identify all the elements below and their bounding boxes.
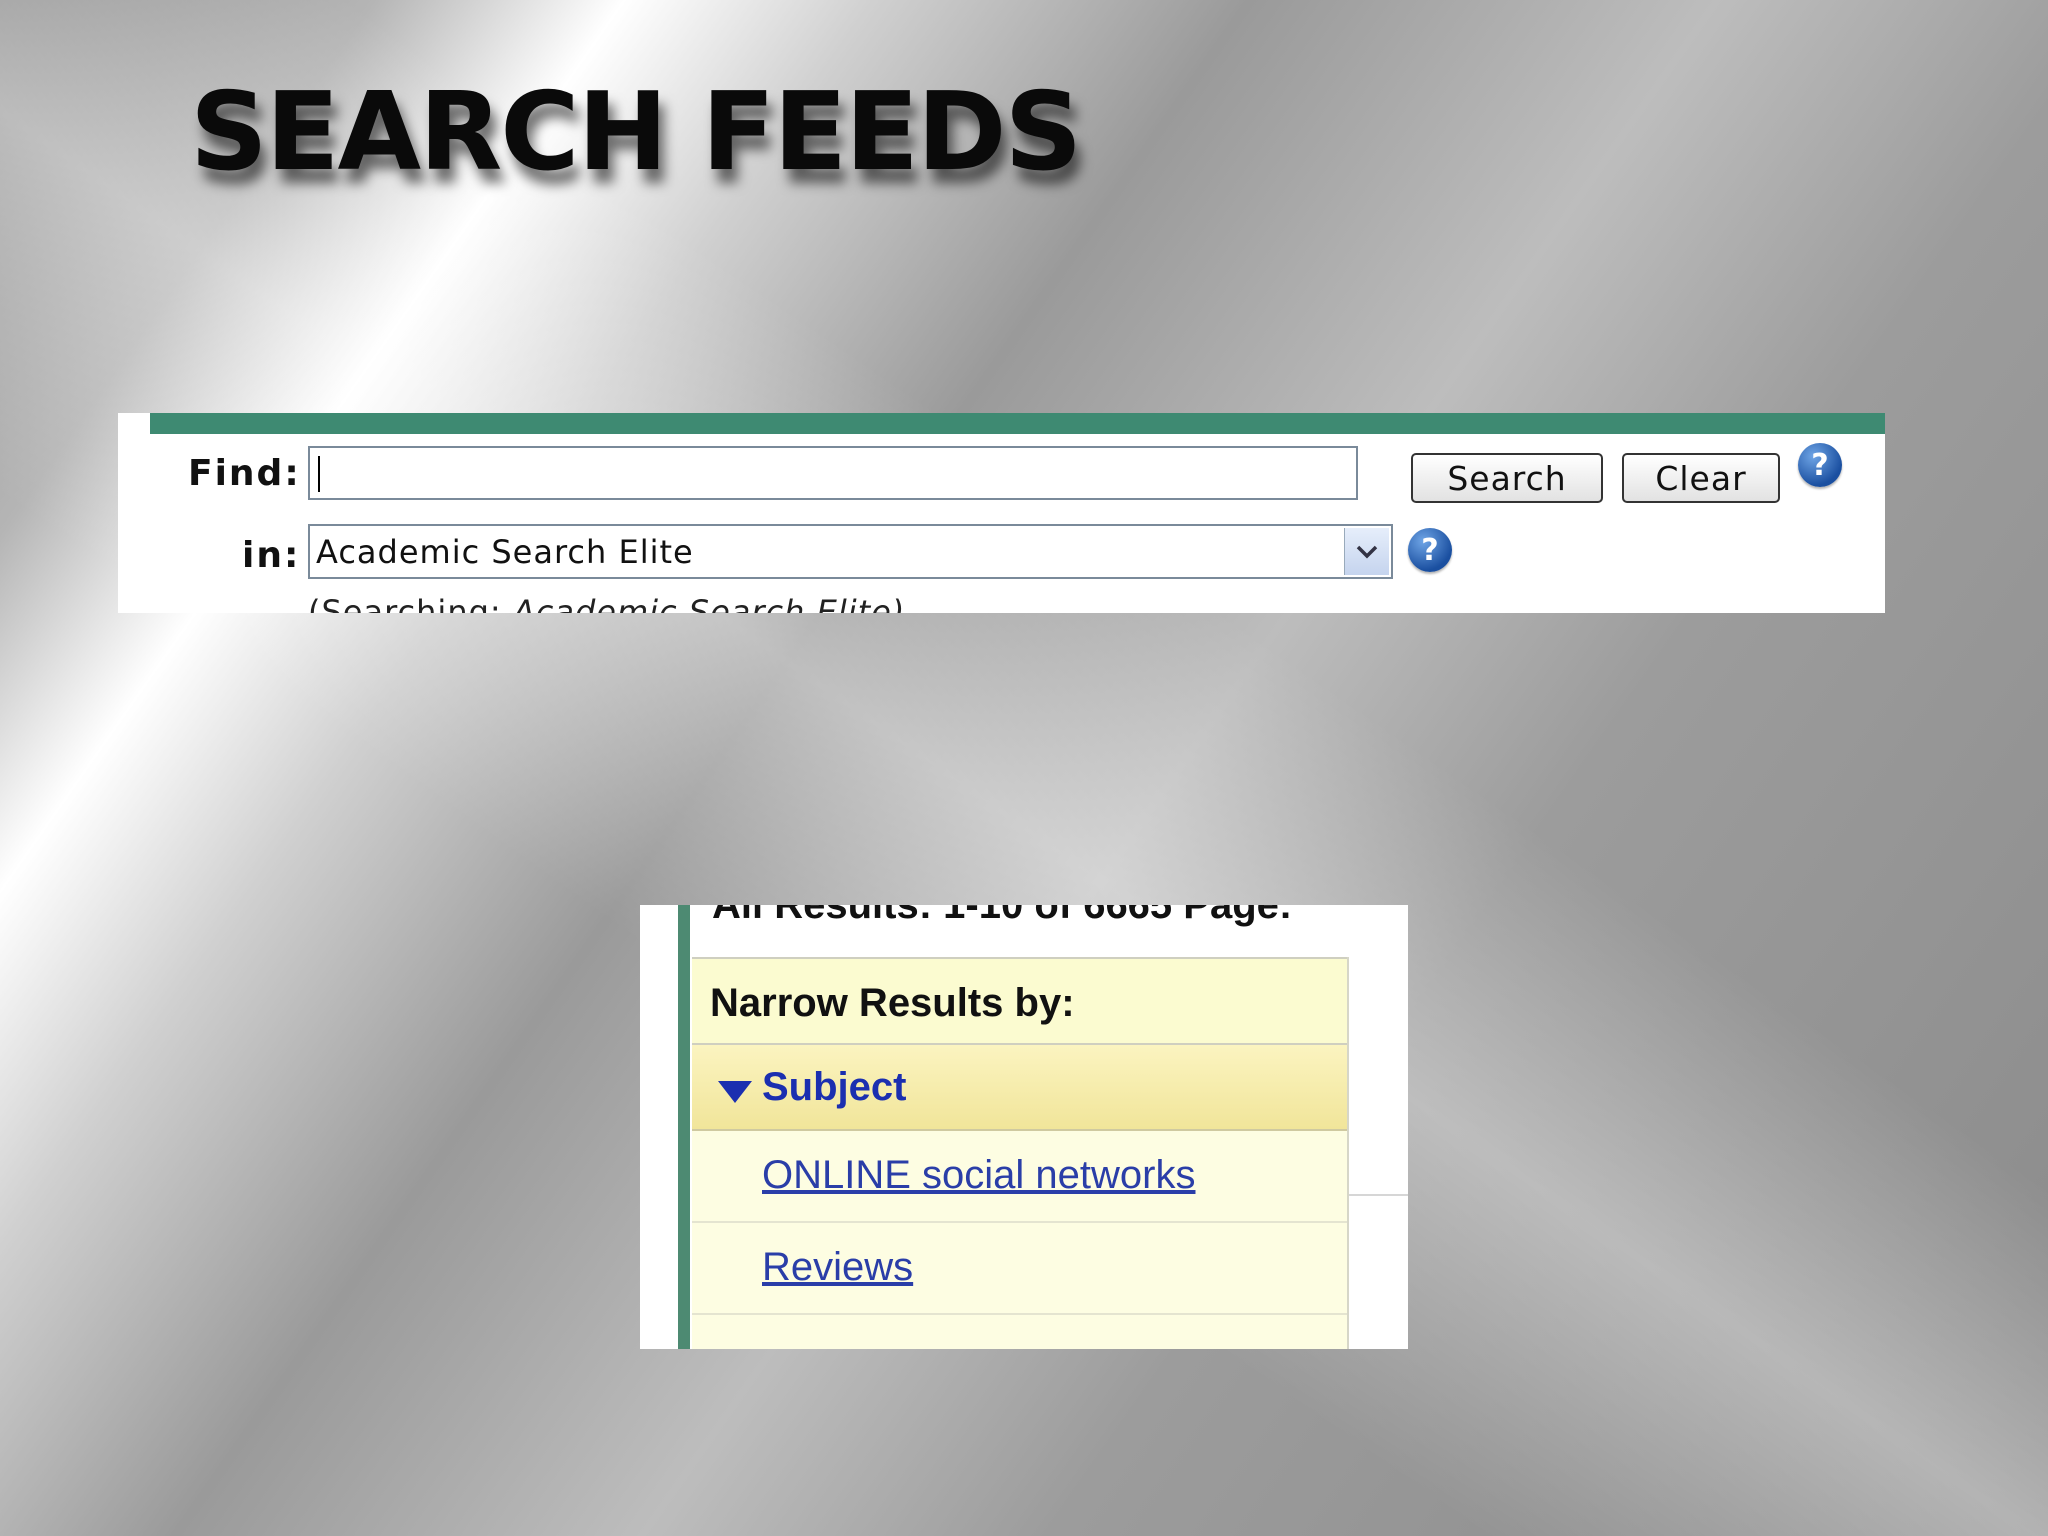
divider	[1349, 1194, 1408, 1196]
find-label: Find:	[188, 453, 301, 494]
results-panel-screenshot: All Results: 1-10 of 6665 Page: Narrow R…	[640, 905, 1408, 1349]
find-input[interactable]	[308, 446, 1358, 500]
narrow-results-box: Narrow Results by: Subject ONLINE social…	[692, 957, 1349, 1349]
searching-database: Academic Search Elite)	[512, 593, 906, 613]
facet-item: Reviews	[692, 1223, 1347, 1315]
results-count-header: All Results: 1-10 of 6665 Page:	[712, 905, 1293, 927]
chevron-down-icon[interactable]	[1344, 528, 1389, 575]
narrow-results-title: Narrow Results by:	[692, 957, 1347, 1045]
facet-link-reviews[interactable]: Reviews	[762, 1245, 913, 1289]
triangle-down-icon	[718, 1081, 752, 1103]
slide-title: SEARCH FEEDS	[190, 70, 1082, 195]
search-panel-topbar	[150, 413, 1885, 434]
database-help-icon[interactable]: ?	[1408, 528, 1452, 572]
subject-facet-label: Subject	[762, 1065, 907, 1109]
subject-facet-toggle[interactable]: Subject	[692, 1045, 1347, 1131]
results-panel-leftbar	[678, 905, 690, 1349]
clear-button[interactable]: Clear	[1622, 453, 1780, 503]
searching-note: (Searching: Academic Search Elite)	[308, 593, 905, 613]
text-caret	[318, 456, 320, 492]
search-panel-screenshot: Find: Search Clear ? in: Academic Search…	[118, 413, 1885, 613]
help-icon[interactable]: ?	[1798, 443, 1842, 487]
search-button[interactable]: Search	[1411, 453, 1603, 503]
database-select[interactable]: Academic Search Elite	[308, 524, 1393, 579]
in-label: in:	[242, 535, 301, 576]
database-select-value: Academic Search Elite	[316, 533, 694, 571]
searching-prefix: (Searching:	[308, 593, 502, 613]
facet-item: ONLINE social networks	[692, 1131, 1347, 1223]
facet-link-online-social-networks[interactable]: ONLINE social networks	[762, 1153, 1195, 1197]
